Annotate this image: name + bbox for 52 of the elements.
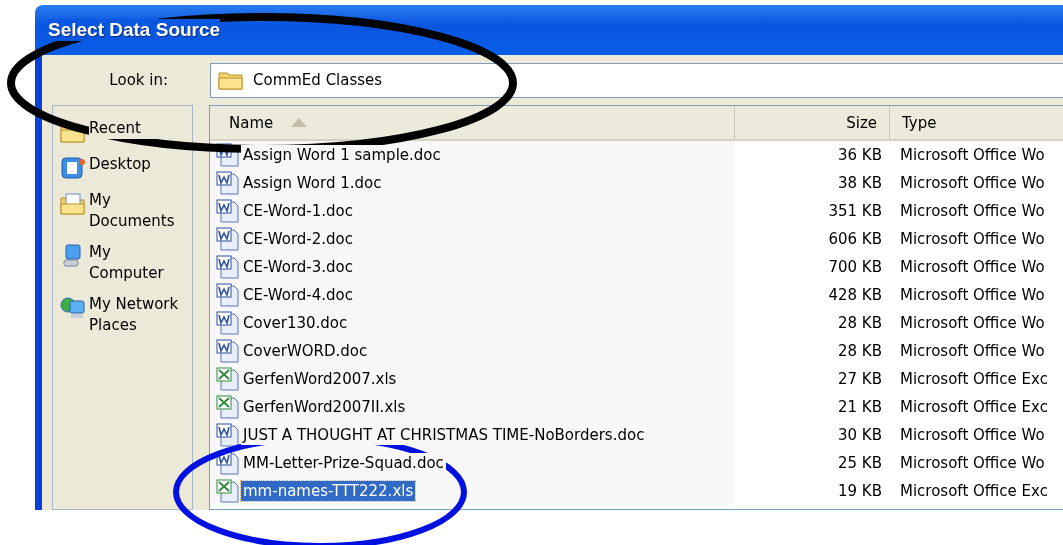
file-size: 19 KB (837, 482, 882, 500)
file-size: 21 KB (837, 398, 882, 416)
documents-folder-icon (60, 192, 86, 216)
document-icon (216, 227, 240, 251)
file-name[interactable]: Assign Word 1 sample.doc (241, 145, 443, 165)
document-icon (216, 199, 240, 223)
document-icon (216, 171, 240, 195)
file-type: Microsoft Office Wo (899, 454, 1045, 472)
file-size: 700 KB (827, 258, 882, 276)
document-icon (216, 283, 240, 307)
document-icon (216, 339, 240, 363)
file-size: 38 KB (837, 174, 882, 192)
desktop-icon (60, 156, 86, 180)
file-size: 25 KB (837, 454, 882, 472)
file-size: 28 KB (837, 342, 882, 360)
file-name[interactable]: mm-names-TTT222.xls (241, 481, 416, 501)
spreadsheet-icon (216, 367, 240, 391)
spreadsheet-icon (216, 395, 240, 419)
file-name[interactable]: JUST A THOUGHT AT CHRISTMAS TIME-NoBorders.doc (241, 425, 647, 445)
file-name[interactable]: MM-Letter-Prize-Squad.doc (241, 453, 446, 473)
document-icon (216, 255, 240, 279)
column-header[interactable]: Type (890, 106, 1063, 139)
file-size: 606 KB (827, 230, 882, 248)
look-in-dropdown[interactable]: CommEd Classes (210, 62, 1063, 98)
window-title: Select Data Source (48, 19, 221, 41)
file-type: Microsoft Office Wo (899, 314, 1045, 332)
file-type: Microsoft Office Exc (899, 370, 1048, 388)
folder-icon (218, 70, 244, 90)
file-type: Microsoft Office Wo (899, 258, 1045, 276)
file-size: 30 KB (837, 426, 882, 444)
file-size: 428 KB (827, 286, 882, 304)
file-type: Microsoft Office Wo (899, 342, 1045, 360)
document-icon (216, 451, 240, 475)
file-type: Microsoft Office Wo (899, 286, 1045, 304)
file-type: Microsoft Office Exc (899, 398, 1048, 416)
file-type: Microsoft Office Wo (899, 426, 1045, 444)
file-size: 27 KB (837, 370, 882, 388)
file-type: Microsoft Office Wo (899, 174, 1045, 192)
file-type: Microsoft Office Wo (899, 146, 1045, 164)
file-size: 28 KB (837, 314, 882, 332)
column-header[interactable]: Size (735, 106, 890, 139)
network-icon (60, 296, 86, 320)
document-icon (216, 311, 240, 335)
sort-up-icon (291, 118, 308, 127)
file-type: Microsoft Office Wo (899, 230, 1045, 248)
file-name[interactable]: Assign Word 1.doc (241, 173, 384, 193)
document-icon (216, 423, 240, 447)
column-header[interactable]: Name (210, 106, 735, 139)
file-type: Microsoft Office Exc (899, 482, 1048, 500)
file-type: Microsoft Office Wo (899, 202, 1045, 220)
file-size: 36 KB (837, 146, 882, 164)
file-size: 351 KB (827, 202, 882, 220)
